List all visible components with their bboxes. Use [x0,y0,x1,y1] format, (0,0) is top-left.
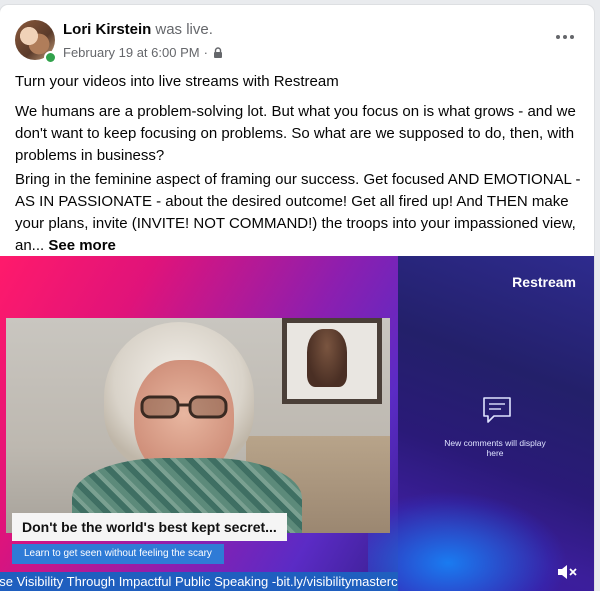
restream-logo: Restream [512,274,576,290]
post-paragraph: Bring in the feminine aspect of framing … [15,169,585,257]
live-post-card: Lori Kirstein was live. February 19 at 6:… [0,5,594,591]
ticker-text: ase Visibility Through Impactful Public … [0,574,398,589]
speech-bubble-icon [483,397,511,423]
post-timestamp[interactable]: February 19 at 6:00 PM [63,45,200,61]
live-video-player[interactable]: Restream New comments will display here … [0,256,594,591]
more-options-icon[interactable] [550,27,580,47]
author-name[interactable]: Lori Kirstein [63,21,151,38]
lower-third-title: Don't be the world's best kept secret... [12,513,287,541]
post-paragraph: We humans are a problem-solving lot. But… [15,103,576,164]
see-more-link[interactable]: See more [48,237,116,254]
post-header: Lori Kirstein was live. [63,20,213,40]
lock-icon[interactable] [212,47,224,59]
online-status-dot [44,51,57,64]
presenter-glasses [140,395,228,419]
wall-picture-frame [282,318,382,404]
webcam-feed [6,318,390,533]
speaker-muted-icon[interactable] [556,562,578,582]
ticker-bar: ase Visibility Through Impactful Public … [0,572,398,591]
post-headline: Turn your videos into live streams with … [15,73,339,90]
author-status: was live. [155,21,213,38]
lower-third-subtitle: Learn to get seen without feeling the sc… [12,544,224,564]
post-meta: February 19 at 6:00 PM · [63,45,224,61]
comments-placeholder: New comments will display here [444,438,546,458]
meta-separator: · [203,45,208,60]
